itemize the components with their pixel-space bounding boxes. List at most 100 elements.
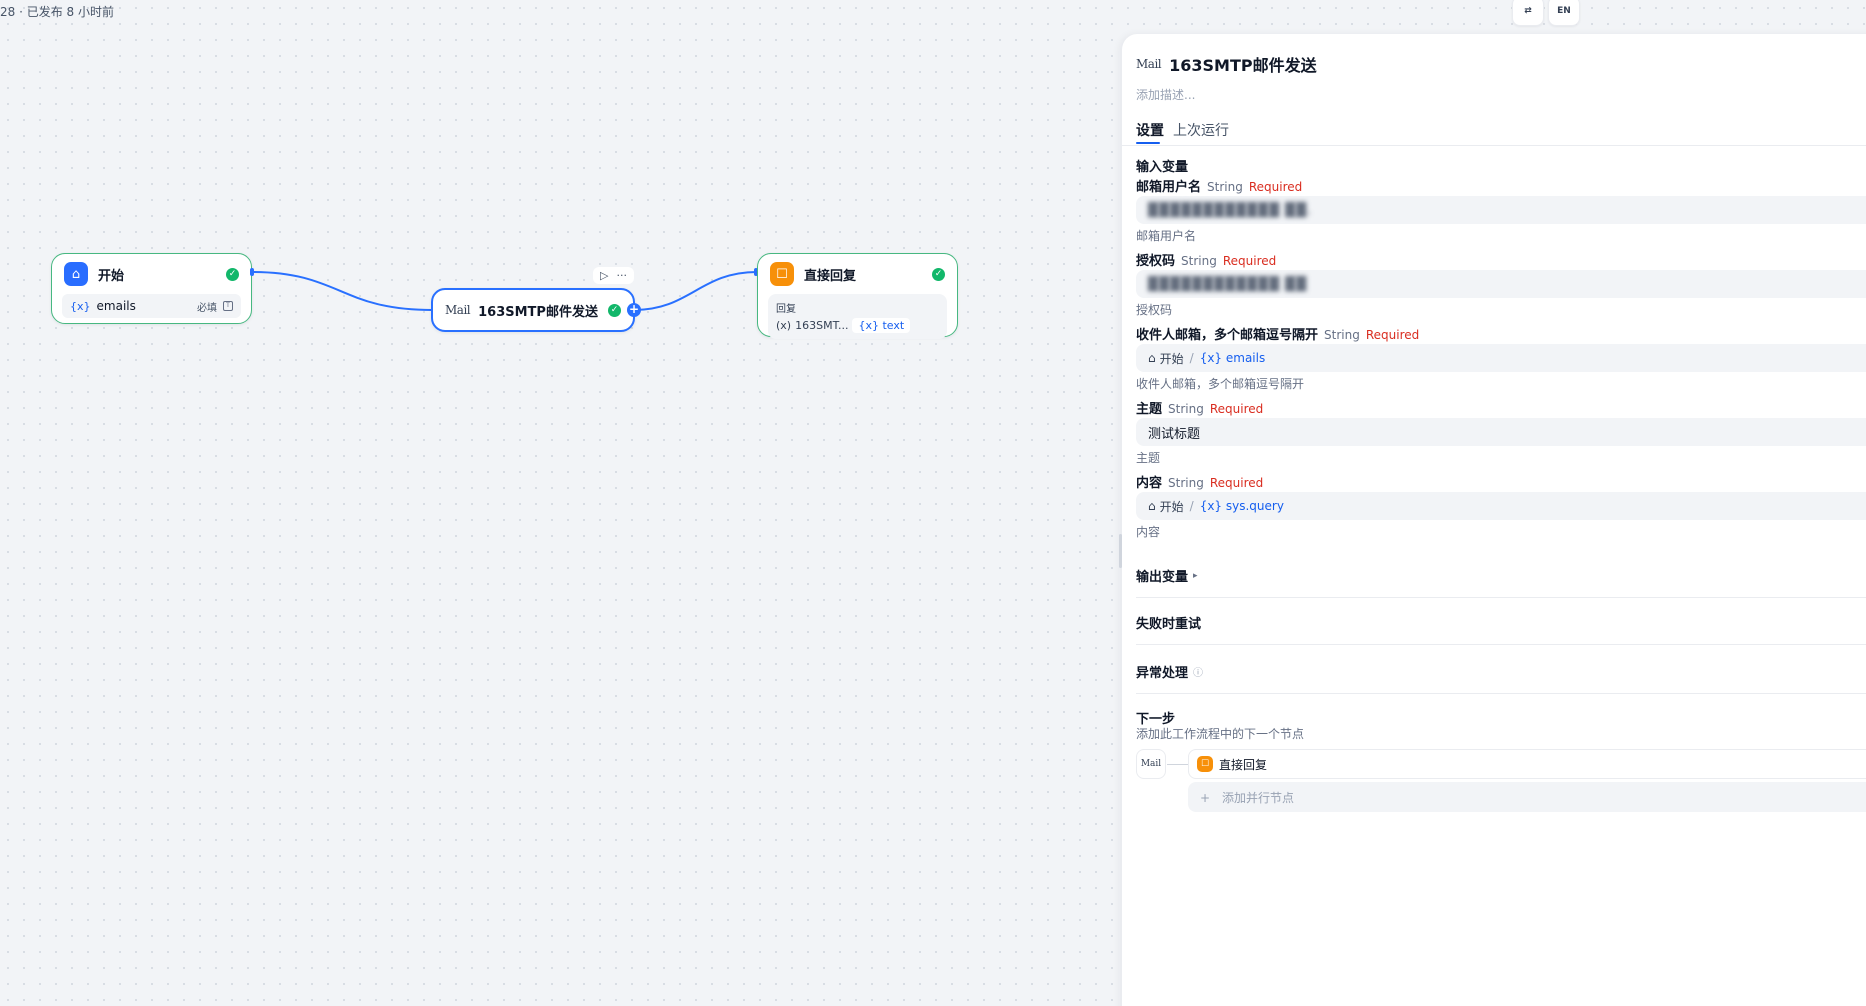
node-settings-panel: Mail 163SMTP邮件发送 添加描述... 设置 上次运行 输入变量 邮箱…	[1119, 34, 1866, 1006]
username-value: ████████████ ██.	[1148, 202, 1313, 218]
output-variables-title: 输出变量	[1136, 570, 1189, 585]
env-icon: EN	[1557, 6, 1571, 16]
variable-reference-chip[interactable]: ⌂ 开始 / {x} sys.query	[1148, 498, 1284, 515]
reply-content-box: 回复 (x) 163SMT... {x} text	[768, 294, 947, 339]
edge-mail-to-reply	[633, 271, 758, 311]
error-handling-row[interactable]: 异常处理 ⓘ	[1136, 662, 1203, 681]
edge-start-to-mail	[251, 271, 433, 311]
username-input[interactable]: ████████████ ██.	[1136, 196, 1866, 224]
mail-node[interactable]: Mail 163SMTP邮件发送 ✓	[431, 288, 635, 332]
ref-variable: {x} emails	[1199, 351, 1266, 365]
field-label-subject: 主题 String Required	[1136, 398, 1263, 417]
chevron-right-icon: ▸	[1193, 570, 1198, 581]
start-node-title: 开始	[98, 268, 125, 284]
section-divider	[1136, 644, 1866, 645]
content-hint: 内容	[1136, 525, 1161, 539]
field-required: Required	[1209, 402, 1264, 416]
subject-hint: 主题	[1136, 451, 1161, 465]
variable-icon: {x}	[70, 299, 91, 313]
success-check-icon: ✓	[932, 267, 945, 281]
top-status-text: 28 · 已发布 8 小时前	[0, 5, 114, 19]
tabs-divider	[1122, 145, 1866, 146]
retry-on-failure-title[interactable]: 失败时重试	[1136, 613, 1201, 632]
field-label-authcode: 授权码 String Required	[1136, 250, 1276, 269]
more-icon[interactable]: ···	[616, 269, 627, 282]
mail-node-title: 163SMTP邮件发送	[478, 304, 598, 320]
reply-var-text: {x} text	[852, 318, 911, 333]
field-type: String	[1181, 254, 1217, 268]
mail-logo-icon: Mail	[445, 303, 471, 317]
active-tab-indicator	[1136, 142, 1160, 144]
reply-label: 回复	[776, 304, 796, 315]
current-node-mini: Mail	[1136, 749, 1166, 779]
field-label-recipients: 收件人邮箱，多个邮箱逗号隔开 String Required	[1136, 324, 1419, 343]
content-input[interactable]: ⌂ 开始 / {x} sys.query	[1136, 492, 1866, 520]
tab-last-run[interactable]: 上次运行	[1173, 120, 1229, 140]
authcode-input[interactable]: ████████████ ██	[1136, 270, 1866, 298]
field-required: Required	[1248, 180, 1303, 194]
home-icon: ⌂	[64, 262, 88, 286]
reply-node-title: 直接回复	[804, 268, 857, 284]
recipients-input[interactable]: ⌂ 开始 / {x} emails	[1136, 344, 1866, 372]
input-variables-title: 输入变量	[1136, 160, 1189, 175]
required-tag: 必填	[197, 302, 217, 314]
info-icon: ⓘ	[1193, 668, 1204, 679]
field-type: String	[1168, 402, 1204, 416]
field-label-content: 内容 String Required	[1136, 472, 1263, 491]
field-type: String	[1168, 476, 1204, 490]
variable-name: emails	[96, 299, 136, 313]
subject-value: 测试标题	[1148, 426, 1201, 442]
panel-title[interactable]: 163SMTP邮件发送	[1169, 52, 1317, 76]
section-divider	[1136, 693, 1866, 694]
text-type-icon: T	[223, 301, 233, 311]
reply-variable-chip: (x) 163SMT... {x} text	[776, 318, 939, 333]
mail-node-toolbar: ▷ ···	[593, 267, 634, 284]
field-required: Required	[1365, 328, 1420, 342]
variable-icon: (x)	[776, 319, 792, 332]
authcode-value: ████████████ ██	[1148, 276, 1308, 292]
ref-node-name: 开始	[1159, 499, 1184, 514]
env-button[interactable]: EN	[1548, 0, 1580, 26]
next-node-reply[interactable]: ☐ 直接回复	[1188, 749, 1866, 779]
section-divider	[1136, 597, 1866, 598]
field-label-username: 邮箱用户名 String Required	[1136, 176, 1302, 195]
field-name: 主题	[1136, 402, 1163, 417]
mail-logo-icon: Mail	[1136, 57, 1162, 71]
fullscreen-button[interactable]: ⇄	[1512, 0, 1544, 26]
field-name: 授权码	[1136, 254, 1176, 269]
reply-node[interactable]: ☐ 直接回复 ✓ 回复 (x) 163SMT... {x} text	[757, 253, 958, 339]
reply-icon: ☐	[1197, 756, 1213, 772]
field-required: Required	[1209, 476, 1264, 490]
variable-reference-chip[interactable]: ⌂ 开始 / {x} emails	[1148, 350, 1265, 367]
field-name: 内容	[1136, 476, 1163, 491]
start-output-handle[interactable]	[250, 268, 254, 276]
next-step-description: 添加此工作流程中的下一个节点	[1136, 727, 1305, 741]
username-hint: 邮箱用户名	[1136, 229, 1197, 243]
field-type: String	[1324, 328, 1360, 342]
field-type: String	[1207, 180, 1243, 194]
field-required: Required	[1222, 254, 1277, 268]
panel-resize-handle[interactable]	[1119, 534, 1122, 568]
description-input[interactable]: 添加描述...	[1136, 86, 1195, 103]
run-icon[interactable]: ▷	[600, 269, 608, 282]
start-node[interactable]: ⌂ 开始 ✓ {x} emails 必填 T	[51, 253, 252, 324]
fullscreen-icon: ⇄	[1524, 6, 1532, 16]
field-name: 收件人邮箱，多个邮箱逗号隔开	[1136, 328, 1319, 343]
recipients-hint: 收件人邮箱，多个邮箱逗号隔开	[1136, 377, 1305, 391]
success-check-icon: ✓	[608, 303, 621, 317]
start-variable-row[interactable]: {x} emails 必填 T	[62, 294, 241, 318]
next-node-label: 直接回复	[1219, 757, 1268, 772]
ref-separator: /	[1189, 499, 1194, 513]
tab-settings[interactable]: 设置	[1136, 120, 1164, 140]
ref-separator: /	[1189, 351, 1194, 365]
ref-variable: {x} sys.query	[1199, 499, 1284, 513]
field-name: 邮箱用户名	[1136, 180, 1202, 195]
error-handling-title: 异常处理	[1136, 666, 1189, 681]
authcode-hint: 授权码	[1136, 303, 1173, 317]
output-variables-toggle[interactable]: 输出变量 ▸	[1136, 566, 1198, 585]
home-icon: ⌂	[1148, 499, 1156, 513]
success-check-icon: ✓	[226, 267, 239, 281]
subject-input[interactable]: 测试标题	[1136, 418, 1866, 446]
add-next-node-icon[interactable]: +	[627, 303, 641, 317]
add-parallel-node-button[interactable]: + 添加并行节点	[1188, 782, 1866, 812]
